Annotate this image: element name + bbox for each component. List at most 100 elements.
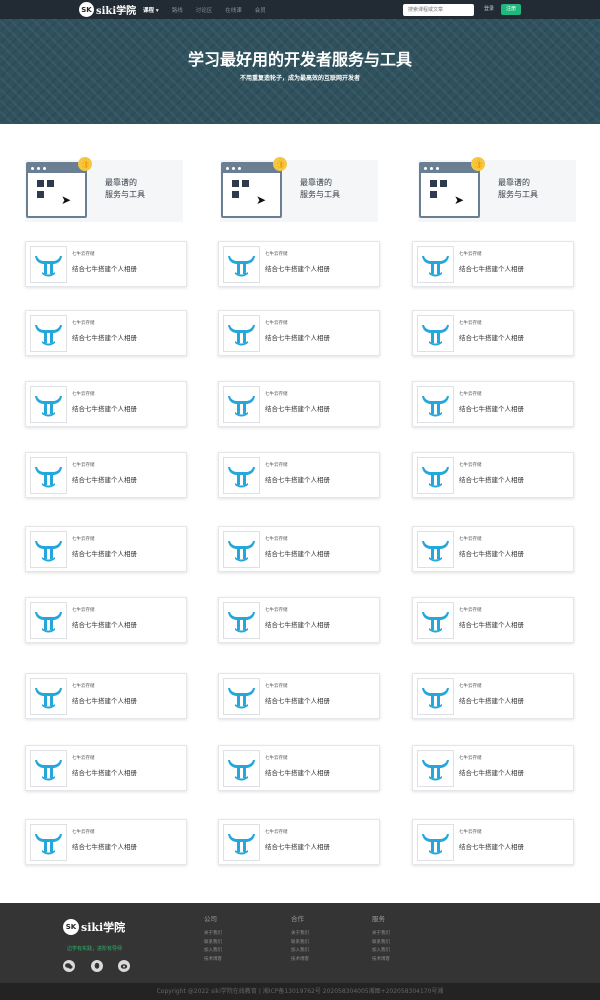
qiniu-logo-icon [228,688,255,709]
promo-banner[interactable]: ➤ 👍 最靠谱的 服务与工具 [25,157,183,222]
nav-item-vip[interactable]: 会员 [255,6,266,14]
tool-card[interactable]: 七牛云存储 结合七牛搭建个人相册 [412,597,574,643]
qq-icon[interactable] [91,960,103,972]
thumbs-up-icon: 👍 [78,157,92,171]
card-title: 结合七牛搭建个人相册 [72,405,137,413]
tool-card[interactable]: 七牛云存储 结合七牛搭建个人相册 [218,241,380,287]
tool-card[interactable]: 七牛云存储 结合七牛搭建个人相册 [25,819,187,865]
tool-card[interactable]: 七牛云存储 结合七牛搭建个人相册 [412,673,574,719]
tool-card[interactable]: 七牛云存储 结合七牛搭建个人相册 [25,310,187,356]
card-title: 结合七牛搭建个人相册 [72,769,137,777]
banner-line2: 服务与工具 [498,190,538,199]
card-title: 结合七牛搭建个人相册 [265,476,330,484]
card-title: 结合七牛搭建个人相册 [72,334,137,342]
footer-link[interactable]: 加入我们 [204,947,222,956]
site-logo[interactable]: SK siki学院 [79,2,136,17]
tool-card[interactable]: 七牛云存储 结合七牛搭建个人相册 [25,526,187,572]
login-button[interactable]: 登录 [484,5,494,14]
footer-link[interactable]: 联系我们 [204,939,222,948]
tool-card[interactable]: 七牛云存储 结合七牛搭建个人相册 [25,452,187,498]
footer-link[interactable]: 关于我们 [372,930,390,939]
tool-card[interactable]: 七牛云存储 结合七牛搭建个人相册 [412,526,574,572]
footer: SK siki学院 边学有实践，进阶有导师 公司 关于我们 联系我们 加入我们 … [0,903,600,983]
top-navbar: SK siki学院 课程 ▾ 路线 讨论区 在线课 会员 登录 注册 [0,0,600,19]
card-logo [417,824,454,861]
tool-card[interactable]: 七牛云存储 结合七牛搭建个人相册 [25,597,187,643]
footer-link[interactable]: 联系我们 [372,939,390,948]
tool-card[interactable]: 七牛云存储 结合七牛搭建个人相册 [412,310,574,356]
grid-square [232,180,239,187]
card-tag: 七牛云存储 [459,252,482,257]
tool-card[interactable]: 七牛云存储 结合七牛搭建个人相册 [218,819,380,865]
nav-item-forum[interactable]: 讨论区 [196,6,213,14]
banner-line1: 最靠谱的 [498,178,530,187]
footer-link[interactable]: 关于我们 [204,930,222,939]
grid-square [37,191,44,198]
tool-card[interactable]: 七牛云存储 结合七牛搭建个人相册 [218,381,380,427]
tool-card[interactable]: 七牛云存储结合七牛搭建个人相册 [25,381,187,427]
tool-card[interactable]: 七牛云存储 结合七牛搭建个人相册 [218,745,380,791]
qiniu-logo-icon [228,325,255,346]
tool-card[interactable]: 七牛云存储 结合七牛搭建个人相册 [25,241,187,287]
card-logo [30,824,67,861]
footer-link[interactable]: 联系我们 [291,939,309,948]
window-dot [238,167,241,170]
grid-square [430,191,437,198]
main-nav: 课程 ▾ 路线 讨论区 在线课 会员 [143,0,279,19]
card-title: 结合七牛搭建个人相册 [265,697,330,705]
card-logo [30,750,67,787]
tool-card[interactable]: 七牛云存储 结合七牛搭建个人相册 [218,597,380,643]
nav-item-paths[interactable]: 路线 [172,6,183,14]
card-logo [417,386,454,423]
tool-card[interactable]: 七牛云存储 结合七牛搭建个人相册 [218,310,380,356]
card-tag: 七牛云存储 [459,756,482,761]
qiniu-logo-icon [35,760,62,781]
tool-card[interactable]: 七牛云存储 结合七牛搭建个人相册 [218,526,380,572]
tool-card[interactable]: 七牛云存储 结合七牛搭建个人相册 [412,452,574,498]
promo-banner[interactable]: ➤ 👍 最靠谱的 服务与工具 [418,157,576,222]
qiniu-logo-icon [422,760,449,781]
banner-line2: 服务与工具 [300,190,340,199]
tool-card[interactable]: 七牛云存储结合七牛搭建个人相册 [25,745,187,791]
qiniu-logo-icon [228,612,255,633]
grid-square [37,180,44,187]
qiniu-logo-icon [35,325,62,346]
footer-logo[interactable]: SK siki学院 [63,919,125,935]
card-logo [223,602,260,639]
copyright: Copyright @2022 siki学院在线教育 | 湘ICP备130197… [0,983,600,1000]
hero-title: 学习最好用的开发者服务与工具 [187,50,412,69]
footer-link[interactable]: 技术博客 [291,956,309,965]
weibo-icon[interactable] [118,960,130,972]
tool-card[interactable]: 七牛云存储 结合七牛搭建个人相册 [218,452,380,498]
footer-link[interactable]: 加入我们 [372,947,390,956]
card-tag: 七牛云存储 [72,392,95,397]
tool-card[interactable]: 七牛云存储 结合七牛搭建个人相册 [412,381,574,427]
register-button[interactable]: 注册 [501,4,521,15]
wechat-icon[interactable] [63,960,75,972]
footer-column-service: 服务 关于我们 联系我们 加入我们 技术博客 [372,913,390,964]
card-title: 结合七牛搭建个人相册 [459,697,524,705]
promo-banner[interactable]: ➤ 👍 最靠谱的 服务与工具 [220,157,378,222]
footer-link[interactable]: 技术博客 [372,956,390,965]
tool-card[interactable]: 七牛云存储 结合七牛搭建个人相册 [412,745,574,791]
card-title: 结合七牛搭建个人相册 [72,843,137,851]
search-input[interactable] [403,4,474,16]
card-tag: 七牛云存储 [72,756,95,761]
tool-card[interactable]: 七牛云存储 结合七牛搭建个人相册 [412,241,574,287]
footer-column-title: 公司 [204,915,217,923]
qiniu-logo-icon [422,688,449,709]
nav-item-live[interactable]: 在线课 [225,6,242,14]
tool-card[interactable]: 七牛云存储 结合七牛搭建个人相册 [218,673,380,719]
footer-link[interactable]: 加入我们 [291,947,309,956]
tool-card[interactable]: 七牛云存储 结合七牛搭建个人相册 [25,673,187,719]
card-logo [417,315,454,352]
card-title: 结合七牛搭建个人相册 [459,476,524,484]
card-tag: 七牛云存储 [265,537,288,542]
window-titlebar [28,164,85,173]
nav-item-courses[interactable]: 课程 ▾ [143,6,159,14]
tool-card[interactable]: 七牛云存储 结合七牛搭建个人相册 [412,819,574,865]
grid-square [440,180,447,187]
footer-link[interactable]: 关于我们 [291,930,309,939]
banner-line2: 服务与工具 [105,190,145,199]
footer-link[interactable]: 技术博客 [204,956,222,965]
